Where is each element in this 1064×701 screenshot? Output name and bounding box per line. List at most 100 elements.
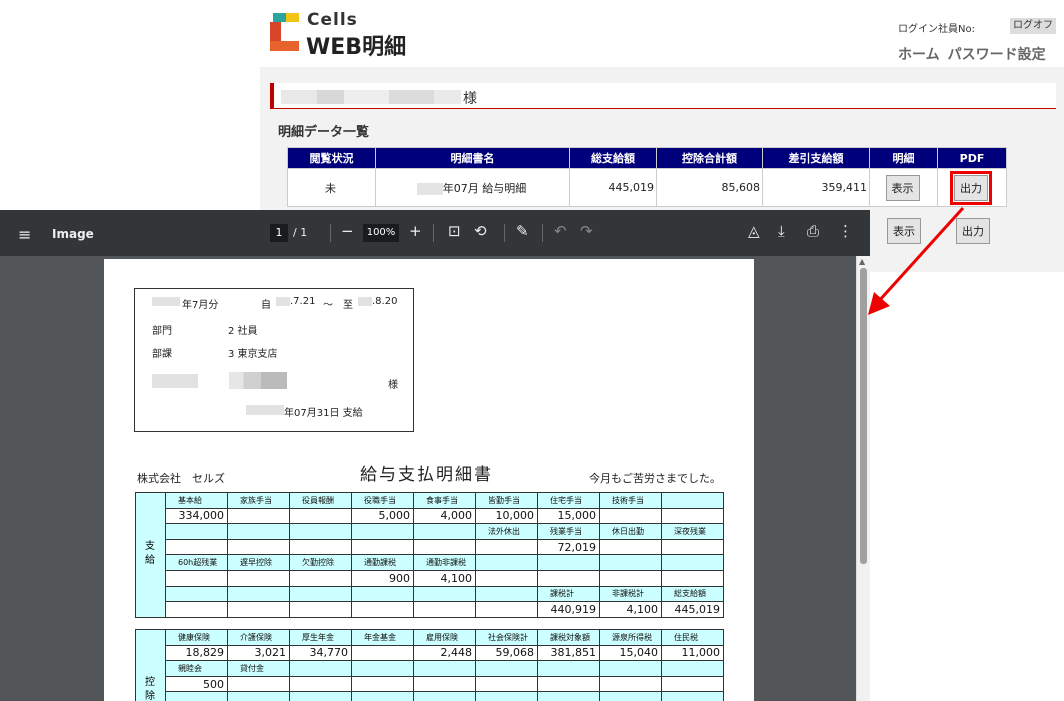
item-value-cell <box>599 675 662 693</box>
undo-icon[interactable]: ↶ <box>554 222 567 240</box>
item-value-cell: 900 <box>351 569 414 587</box>
table-row: 健康保険 介護保険 厚生年金 年金基金 雇用保険 社会保険計 課税対象額 源泉所得税 住民税 <box>165 629 724 646</box>
item-label-cell: 技術手当 <box>599 492 662 509</box>
page-number-input[interactable]: 1 <box>270 224 288 242</box>
item-value-cell <box>227 538 290 556</box>
item-label-cell <box>413 691 476 701</box>
item-label-cell <box>537 554 600 571</box>
item-value-cell <box>661 675 724 693</box>
item-label-cell <box>351 585 414 603</box>
section-label: 部課 <box>152 349 172 360</box>
pay-date: 年07月31日 支給 <box>284 408 363 419</box>
item-value-cell: 2,448 <box>413 644 476 662</box>
annotation-arrow-icon <box>868 206 965 315</box>
item-label-cell <box>661 492 724 509</box>
item-label-cell <box>413 523 476 540</box>
login-employee-label: ログイン社員No: <box>898 24 975 35</box>
table-row: 60h超残業 遅早控除 欠勤控除 通勤課税 通勤非課税 <box>165 554 724 571</box>
item-value-cell: 381,851 <box>537 644 600 662</box>
col-deduct: 控除合計額 <box>656 147 763 169</box>
item-label-cell: 役職手当 <box>351 492 414 509</box>
rotate-icon[interactable]: ⟲ <box>474 222 487 240</box>
nav-home-link[interactable]: ホーム <box>898 47 940 63</box>
item-value-cell: 4,100 <box>413 569 476 587</box>
item-label-cell <box>289 585 352 603</box>
item-label-cell <box>227 585 290 603</box>
item-label-cell <box>475 585 538 603</box>
viewer-document-title: Image <box>52 227 94 241</box>
item-label-cell: 健康保険 <box>165 629 228 646</box>
toolbar-divider <box>330 224 331 242</box>
logo-text-web-meisai: WEB明細 <box>306 35 407 60</box>
item-value-cell: 3,021 <box>227 644 290 662</box>
annotate-icon[interactable]: ✎ <box>516 222 529 240</box>
item-value-cell: 11,000 <box>661 644 724 662</box>
item-label-cell: 通勤非課税 <box>413 554 476 571</box>
item-label-cell <box>165 691 228 701</box>
redacted-year <box>152 297 180 306</box>
item-label-cell: 欠勤控除 <box>289 554 352 571</box>
item-label-cell: 食事手当 <box>413 492 476 509</box>
net-cell: 359,411 <box>762 168 870 207</box>
item-label-cell <box>227 523 290 540</box>
item-label-cell <box>661 691 724 701</box>
item-label-cell <box>475 691 538 701</box>
item-value-cell <box>537 569 600 587</box>
item-label-cell <box>599 691 662 701</box>
item-value-cell <box>599 538 662 556</box>
item-value-cell <box>351 675 414 693</box>
nav-password-link[interactable]: パスワード設定 <box>948 47 1046 63</box>
more-icon[interactable]: ⋮ <box>838 222 853 240</box>
zoom-out-icon[interactable]: − <box>341 222 354 240</box>
view-button[interactable]: 表示 <box>885 174 920 201</box>
table-row: 334,000 5,000 4,000 10,000 15,000 <box>165 507 724 525</box>
statement-list-table: 閲覧状況 明細書名 総支給額 控除合計額 差引支給額 明細 PDF 未 年07月… <box>287 147 1007 207</box>
item-label-cell: 通勤課税 <box>351 554 414 571</box>
table-row: 親睦会 貸付金 <box>165 660 724 677</box>
pay-period: 年7月分 <box>182 300 219 311</box>
item-label-cell: 休日出勤 <box>599 523 662 540</box>
print-icon[interactable]: ⎙ <box>807 222 819 240</box>
item-value-cell <box>475 538 538 556</box>
logout-button[interactable]: ログオフ <box>1010 18 1056 34</box>
drive-icon[interactable]: ◬ <box>748 222 760 240</box>
item-label-cell <box>537 660 600 677</box>
table-row: 法外休出 残業手当 休日出勤 深夜残業 <box>165 523 724 540</box>
redacted-to-year <box>358 297 372 306</box>
item-label-cell <box>351 523 414 540</box>
table-row: 課税計 非課税計 総支給額 <box>165 585 724 603</box>
fit-page-icon[interactable]: ⊡ <box>448 222 461 240</box>
toolbar-divider <box>504 224 505 242</box>
col-pdf: PDF <box>937 147 1007 169</box>
hamburger-icon[interactable]: ≡ <box>18 225 31 244</box>
item-value-cell <box>289 601 352 618</box>
cells-logo-icon <box>270 13 299 51</box>
item-label-cell: 雇用保険 <box>413 629 476 646</box>
item-value-cell <box>351 644 414 662</box>
to-date: .8.20 <box>372 296 398 307</box>
item-label-cell <box>289 691 352 701</box>
item-value-cell: 15,040 <box>599 644 662 662</box>
statement-name: 年07月 給与明細 <box>442 181 527 195</box>
item-label-cell: 社会保険計 <box>475 629 538 646</box>
item-value-cell: 72,019 <box>537 538 600 556</box>
item-label-cell <box>227 691 290 701</box>
table-row: 440,919 4,100 445,019 <box>165 601 724 618</box>
zoom-in-icon[interactable]: + <box>409 222 422 240</box>
pdf-output-button[interactable]: 出力 <box>950 170 992 205</box>
item-value-cell: 334,000 <box>165 507 228 525</box>
item-value-cell <box>227 569 290 587</box>
item-label-cell <box>475 660 538 677</box>
redo-icon[interactable]: ↷ <box>580 222 593 240</box>
col-view: 明細 <box>869 147 938 169</box>
from-date: .7.21 <box>290 296 316 307</box>
page-separator: / <box>293 226 297 239</box>
zoom-level-input[interactable]: 100% <box>363 224 399 242</box>
item-label-cell: 源泉所得税 <box>599 629 662 646</box>
item-label-cell <box>413 585 476 603</box>
download-icon[interactable]: ⤓ <box>778 222 785 240</box>
item-value-cell: 440,919 <box>537 601 600 618</box>
name-honorific: 様 <box>463 91 477 107</box>
item-label-cell: 親睦会 <box>165 660 228 677</box>
deductions-table: 健康保険 介護保険 厚生年金 年金基金 雇用保険 社会保険計 課税対象額 源泉所得税 住民税 18… <box>165 629 724 701</box>
